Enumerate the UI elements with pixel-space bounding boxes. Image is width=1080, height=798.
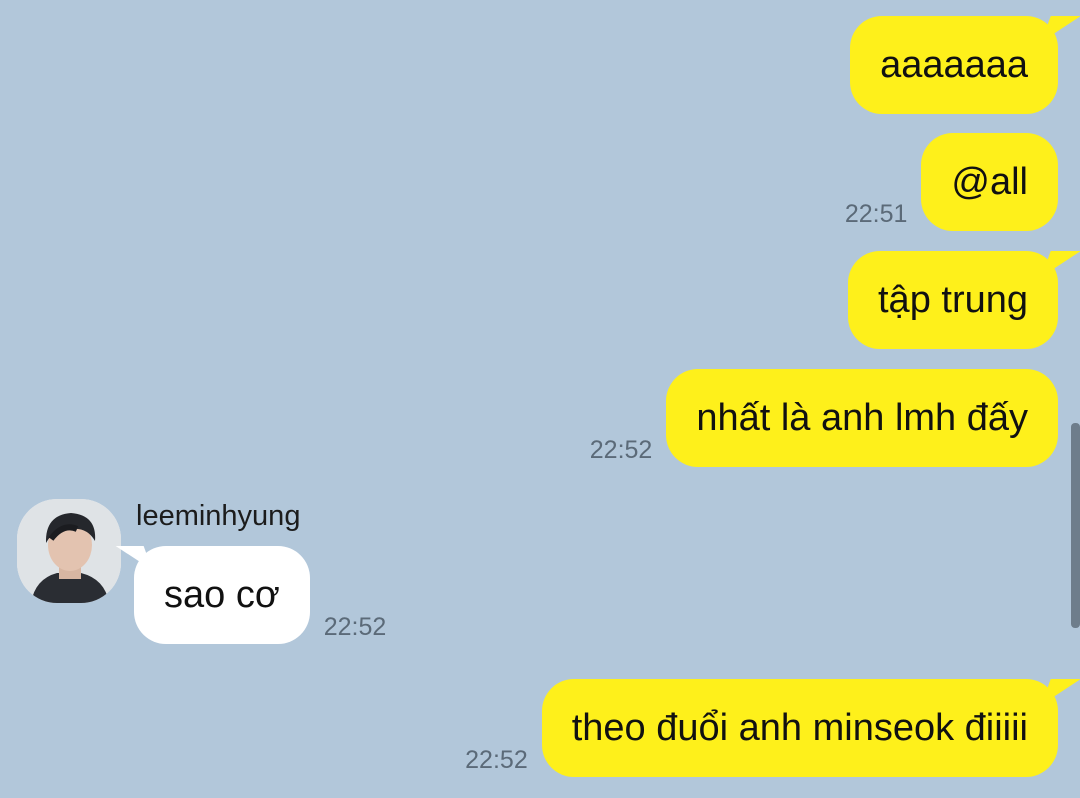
sender-name: leeminhyung <box>136 500 301 532</box>
message-text: sao cơ <box>164 574 280 616</box>
my-message-bubble[interactable]: aaaaaaa <box>850 16 1058 114</box>
message-row: 22:52 theo đuổi anh minseok điiiii <box>465 679 1058 777</box>
message-timestamp: 22:51 <box>844 200 908 228</box>
message-timestamp: 22:52 <box>323 613 387 641</box>
scrollbar[interactable] <box>1071 423 1080 628</box>
message-text: @all <box>951 161 1028 203</box>
message-timestamp: 22:52 <box>465 746 528 774</box>
my-message-bubble[interactable]: tập trung <box>848 251 1058 349</box>
chat-area[interactable]: aaaaaaa 22:51 @all tập trung 22:52 nhất … <box>0 0 1080 798</box>
other-message-bubble[interactable]: sao cơ <box>134 546 310 644</box>
my-message-bubble[interactable]: theo đuổi anh minseok điiiii <box>541 679 1058 777</box>
message-row: 22:52 nhất là anh lmh đấy <box>590 369 1058 467</box>
message-row: tập trung <box>848 251 1058 349</box>
message-timestamp: 22:52 <box>589 436 653 464</box>
message-row: 22:51 @all <box>845 133 1058 231</box>
message-text: theo đuổi anh minseok điiiii <box>571 707 1028 749</box>
message-row: sao cơ 22:52 <box>134 546 386 644</box>
avatar[interactable] <box>17 499 121 603</box>
message-text: nhất là anh lmh đấy <box>696 397 1028 439</box>
profile-photo-icon <box>17 499 121 603</box>
my-message-bubble[interactable]: @all <box>921 133 1058 231</box>
message-text: tập trung <box>878 279 1028 321</box>
my-message-bubble[interactable]: nhất là anh lmh đấy <box>666 369 1058 467</box>
message-row: aaaaaaa <box>850 16 1058 114</box>
message-text: aaaaaaa <box>880 44 1028 86</box>
